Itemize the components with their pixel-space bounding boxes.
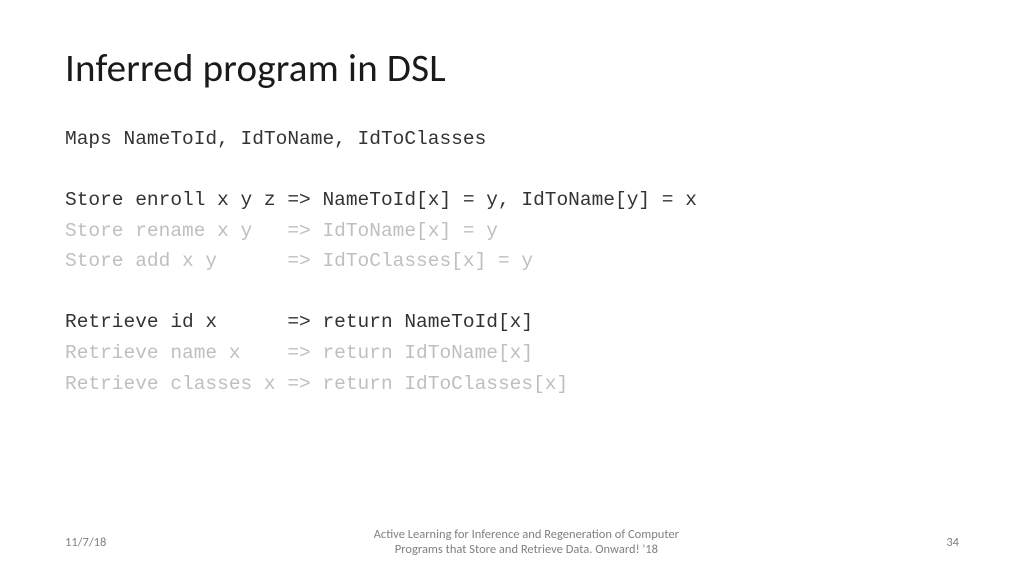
page-title: Inferred program in DSL <box>65 45 959 92</box>
code-store-add: Store add x y => IdToClasses[x] = y <box>65 246 959 277</box>
code-retrieve-classes: Retrieve classes x => return IdToClasses… <box>65 369 959 400</box>
footer-center-line1: Active Learning for Inference and Regene… <box>146 527 906 543</box>
code-retrieve-id: Retrieve id x => return NameToId[x] <box>65 307 959 338</box>
footer-center: Active Learning for Inference and Regene… <box>106 527 946 558</box>
footer-center-line2: Programs that Store and Retrieve Data. O… <box>146 542 906 558</box>
slide: Inferred program in DSL Maps NameToId, I… <box>0 0 1024 576</box>
spacer <box>65 155 959 185</box>
code-store-rename: Store rename x y => IdToName[x] = y <box>65 216 959 247</box>
footer: 11/7/18 Active Learning for Inference an… <box>0 527 1024 558</box>
code-retrieve-name: Retrieve name x => return IdToName[x] <box>65 338 959 369</box>
code-maps: Maps NameToId, IdToName, IdToClasses <box>65 124 959 155</box>
code-block: Maps NameToId, IdToName, IdToClasses Sto… <box>65 124 959 400</box>
code-store-enroll: Store enroll x y z => NameToId[x] = y, I… <box>65 185 959 216</box>
footer-page: 34 <box>946 535 959 550</box>
spacer <box>65 277 959 307</box>
footer-date: 11/7/18 <box>65 535 106 550</box>
